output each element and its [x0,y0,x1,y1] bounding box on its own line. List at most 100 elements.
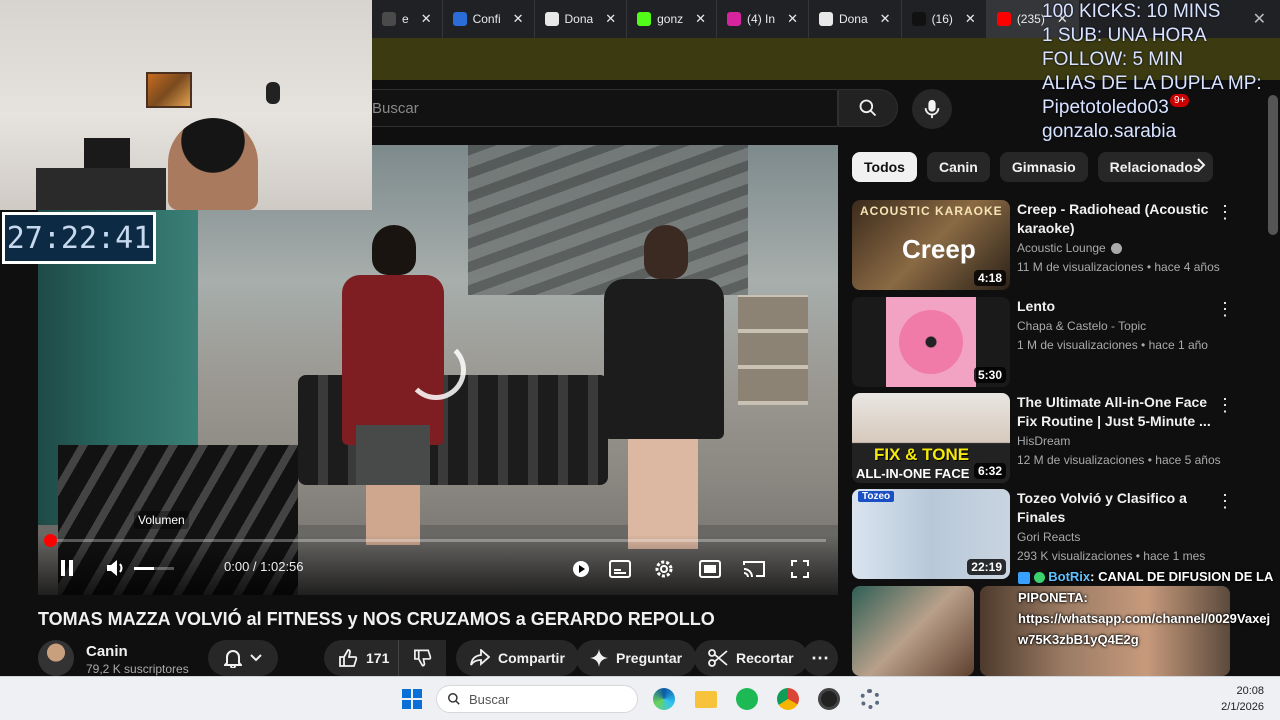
tab-close-button[interactable]: ✕ [965,11,976,27]
obs-app[interactable] [817,687,841,711]
screen: e ✕ Confi ✕ Dona ✕ gonz ✕ (4) In ✕ Dona ✕ (16) ✕ (235)… [0,0,1280,720]
browser-tab[interactable]: (16) ✕ [902,0,987,38]
progress-bar[interactable] [44,534,826,547]
cast-button[interactable] [742,558,766,580]
chrome-app[interactable] [776,687,800,711]
share-button[interactable]: Compartir [456,640,579,676]
chrome-icon [777,688,799,710]
tab-close-button[interactable]: ✕ [513,11,524,27]
chips-next-button[interactable] [1196,158,1206,177]
edge-app[interactable] [652,687,676,711]
more-actions-button[interactable]: ⋯ [802,640,838,676]
video-duration: 5:30 [973,367,1006,383]
tab-favicon-icon [911,12,926,26]
microphone-icon [924,99,940,119]
recommendation-thumbnail[interactable]: 5:30 [852,297,1010,387]
more-vertical-icon[interactable]: ⋮ [1216,202,1234,223]
recommendation-thumbnail[interactable]: Tozeo 22:19 [852,489,1010,579]
autoplay-icon [573,561,589,577]
browser-tab[interactable]: Dona ✕ [809,0,902,38]
recommendation-title[interactable]: The Ultimate All-in-One Face Fix Routine… [1017,393,1217,431]
search-input[interactable] [372,90,837,126]
recommendation-item[interactable]: ALL-IN-ONE FACE FIX & TONE 6:32 The Ultimat… [852,393,1272,483]
tab-label: (235) [1016,12,1045,26]
thumbnail-caption: ALL-IN-ONE FACE [856,466,970,481]
theater-icon [699,560,721,578]
recommendation-thumbnail[interactable] [852,586,974,676]
theater-mode-button[interactable] [698,558,722,580]
recommendation-channel[interactable]: Gori Reacts [1017,530,1080,544]
gear-icon [655,560,673,578]
settings-button[interactable] [652,557,676,581]
stream-overlay-text: 100 KICKS: 10 MINS 1 SUB: UNA HORA FOLLOW:… [1042,0,1280,144]
channel-name-text: Gori Reacts [1017,530,1081,544]
tab-favicon-icon [452,12,467,26]
bot-icon [1018,571,1030,584]
overlay-line: FOLLOW: 5 MIN [1042,49,1184,70]
spotify-app[interactable] [735,687,759,711]
notification-bell-button[interactable] [208,640,278,676]
chat-link[interactable]: https://whatsapp.com/channel/0029Vaxejw7… [1018,608,1280,650]
clip-button[interactable]: Recortar [694,640,808,676]
fullscreen-button[interactable] [788,558,812,580]
taskbar-search[interactable]: Buscar [436,685,638,713]
file-explorer-app[interactable] [694,687,718,711]
more-vertical-icon[interactable]: ⋮ [1216,395,1234,416]
more-vertical-icon[interactable]: ⋮ [1216,299,1234,320]
video-duration: 4:18 [973,270,1006,286]
channel-name[interactable]: Canin [86,643,128,660]
browser-tab[interactable]: Confi ✕ [443,0,535,38]
channel-avatar[interactable] [38,640,74,676]
recommendation-title[interactable]: Lento [1017,297,1217,316]
pause-button[interactable] [56,557,78,579]
tab-label: gonz [657,12,684,26]
dislike-button[interactable] [398,640,446,676]
ask-label: Preguntar [616,650,683,666]
gear-icon [860,689,880,709]
system-clock[interactable]: 20:08 2/1/2026 [1221,683,1264,715]
tab-close-button[interactable]: ✕ [695,11,706,27]
search-icon [859,99,877,117]
channel-name-text: Chapa & Castelo - Topic [1017,319,1147,333]
recommendation-channel[interactable]: Acoustic Lounge [1017,241,1122,255]
progress-scrubber[interactable] [44,534,57,547]
mute-button[interactable] [104,557,128,579]
search-button[interactable] [838,89,898,127]
video-player[interactable]: Volumen 0:00 / 1:02:56 [38,145,838,595]
search-box[interactable] [372,89,838,127]
recommendation-item[interactable]: 5:30 Lento Chapa & Castelo - Topic 1 M de v… [852,297,1272,387]
autoplay-toggle[interactable] [570,558,592,580]
recommendation-thumbnail[interactable]: ACOUSTIC KARAOKE Creep 4:18 [852,200,1010,290]
tab-close-button[interactable]: ✕ [421,11,432,27]
recommendation-title[interactable]: Creep - Radiohead (Acoustic karaoke) [1017,200,1217,238]
voice-search-button[interactable] [912,89,952,129]
browser-tab[interactable]: e ✕ [372,0,443,38]
overlay-line: 100 KICKS: 10 MINS [1042,1,1221,22]
recommendation-channel[interactable]: HisDream [1017,434,1070,448]
recommendation-thumbnail[interactable]: ALL-IN-ONE FACE FIX & TONE 6:32 [852,393,1010,483]
recommendation-item[interactable]: ACOUSTIC KARAOKE Creep 4:18 Creep - Radiohe… [852,200,1272,290]
subtitles-button[interactable] [608,558,632,580]
tab-close-button[interactable]: ✕ [880,11,891,27]
tab-close-button[interactable]: ✕ [605,11,616,27]
streamer [168,118,258,210]
ask-button[interactable]: Preguntar [576,640,697,676]
overlay-line: Pipetotoledo03 [1042,97,1169,118]
filter-chip[interactable]: Todos [852,152,917,182]
browser-tab[interactable]: Dona ✕ [535,0,628,38]
browser-tab[interactable]: gonz ✕ [627,0,718,38]
browser-tab[interactable]: (4) In ✕ [717,0,809,38]
recommendation-title[interactable]: Tozeo Volvió y Clasifico a Finales [1017,489,1217,527]
filter-chip[interactable]: Gimnasio [999,152,1088,182]
settings-app[interactable] [858,687,882,711]
tab-close-button[interactable]: ✕ [787,11,798,27]
more-vertical-icon[interactable]: ⋮ [1216,491,1234,512]
chat-username: BotRix [1048,569,1091,584]
pause-icon [61,560,73,576]
recommendation-meta: 11 M de visualizaciones • hace 4 años [1017,260,1220,274]
windows-start-button[interactable] [400,687,424,711]
wall-painting [146,72,192,108]
filter-chip[interactable]: Canin [926,152,990,182]
recommendation-channel[interactable]: Chapa & Castelo - Topic [1017,319,1146,333]
volume-slider[interactable] [134,567,174,570]
